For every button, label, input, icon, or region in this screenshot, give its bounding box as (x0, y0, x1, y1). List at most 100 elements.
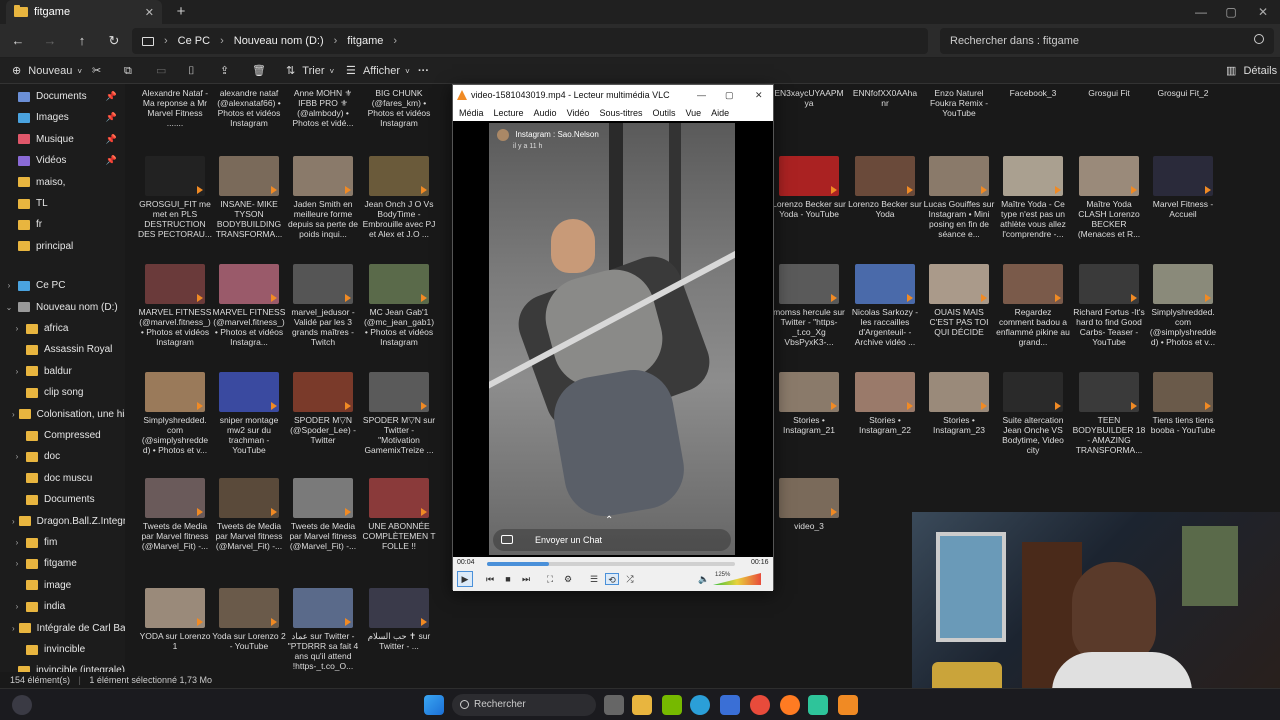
share-icon[interactable]: ⇪ (220, 62, 229, 80)
file-item[interactable]: Grosgui Fit_2 (1146, 88, 1220, 98)
vlc-menu-audio[interactable]: Audio (534, 105, 557, 121)
sidebar-item-invincible[interactable]: invincible (0, 639, 125, 660)
new-button[interactable]: ⊕ Nouveau ˅ (12, 62, 82, 80)
sidebar-item-documents[interactable]: Documents 📌 (0, 86, 125, 107)
file-item[interactable]: SPODER M▽N (@Spoder_Lee) - Twitter (286, 372, 360, 445)
file-item[interactable]: ENNfofXX0AAha nr (848, 88, 922, 108)
file-item[interactable]: UNE ABONNÉE COMPLÈTEMEN T FOLLE !! (362, 478, 436, 551)
chevron-right-icon[interactable]: › (12, 367, 22, 376)
file-item[interactable]: MC Jean Gab'1 (@mc_jean_gab1) • Photos e… (362, 264, 436, 347)
file-item[interactable]: Stories • Instagram_21 (772, 372, 846, 435)
vlc-menu-video[interactable]: Vidéo (567, 105, 590, 121)
file-item[interactable]: MARVEL FITNESS (@marvel.fitness_) • Phot… (138, 264, 212, 347)
chevron-right-icon[interactable]: › (12, 410, 15, 419)
paste-icon[interactable]: ▭ (156, 62, 166, 80)
file-item[interactable]: Lucas Gouiffes sur Instagram • Mini posi… (922, 156, 996, 239)
details-button[interactable]: ▥ Détails (1226, 62, 1277, 80)
file-item[interactable]: Yoda sur Lorenzo 2 - YouTube (212, 588, 286, 651)
file-item[interactable]: Tiens tiens tiens booba - YouTube (1146, 372, 1220, 435)
vlc-menu-sous-titres[interactable]: Sous-titres (599, 105, 642, 121)
rename-icon[interactable]: ⌷ (188, 62, 195, 80)
chevron-right-icon[interactable]: › (12, 452, 22, 461)
firefox-icon[interactable] (780, 695, 800, 715)
vlc-close-icon[interactable]: ✕ (755, 85, 763, 105)
start-icon[interactable] (424, 695, 444, 715)
file-item[interactable]: Nicolas Sarkozy -les raccailles d'Argent… (848, 264, 922, 347)
close-window-icon[interactable]: ✕ (1248, 2, 1278, 22)
file-item[interactable]: INSANE- MIKE TYSON BODYBUILDING TRANSFOR… (212, 156, 286, 239)
chat-bar[interactable]: Envoyer un Chat (493, 529, 731, 551)
sidebar-item-fitgame[interactable]: › fitgame (0, 553, 125, 574)
close-tab-icon[interactable]: ✕ (145, 6, 154, 19)
sidebar-item-baldur[interactable]: › baldur (0, 361, 125, 382)
sidebar-item-images[interactable]: Images 📌 (0, 107, 125, 128)
file-item[interactable]: video_3 (772, 478, 846, 531)
crumb-ce-pc[interactable]: Ce PC (178, 35, 210, 47)
tab-fitgame[interactable]: fitgame ✕ (6, 0, 162, 24)
vlc-window[interactable]: video-1581043019.mp4 - Lecteur multimédi… (452, 84, 774, 591)
sidebar-item-africa[interactable]: › africa (0, 318, 125, 339)
file-item[interactable]: Simplyshredded. com (@simplyshredde d) •… (1146, 264, 1220, 347)
task-view-icon[interactable] (604, 695, 624, 715)
nvidia-icon[interactable] (662, 695, 682, 715)
file-item[interactable]: Facebook_3 (996, 88, 1070, 98)
stop-icon[interactable]: ■ (501, 573, 515, 585)
sidebar-item-vid-os[interactable]: Vidéos 📌 (0, 150, 125, 171)
video-surface[interactable]: Instagram : Sao.Nelson il y a 11 h ⌃ Env… (453, 121, 773, 557)
file-item[interactable]: SPODER M▽N sur Twitter - "Motivation Gam… (362, 372, 436, 455)
file-explorer-icon[interactable] (632, 695, 652, 715)
file-item[interactable]: marvel_jedusor - Validé par les 3 grands… (286, 264, 360, 347)
vlc-title-bar[interactable]: video-1581043019.mp4 - Lecteur multimédi… (453, 85, 773, 105)
sidebar-item-nouveau-nom-d[interactable]: ⌄ Nouveau nom (D:) (0, 297, 125, 318)
sidebar-item-maiso[interactable]: maiso, (0, 172, 125, 193)
pin-icon[interactable]: 📌 (106, 155, 117, 166)
play-icon[interactable]: ▶ (457, 571, 473, 587)
sidebar-item-fr[interactable]: fr (0, 214, 125, 235)
sidebar-item-fim[interactable]: › fim (0, 532, 125, 553)
seek-bar[interactable] (487, 562, 735, 566)
chevron-right-icon[interactable]: › (12, 559, 22, 568)
fullscreen-icon[interactable]: ⛶ (543, 573, 557, 585)
cut-icon[interactable]: ✂ (92, 62, 101, 80)
sidebar-item-documents[interactable]: Documents (0, 489, 125, 510)
file-item[interactable]: Tweets de Media par Marvel fitness (@Mar… (138, 478, 212, 551)
store-icon[interactable] (720, 695, 740, 715)
file-item[interactable]: Grosgui Fit (1072, 88, 1146, 98)
chevron-right-icon[interactable]: › (12, 602, 22, 611)
copy-icon[interactable]: ⧉ (124, 62, 132, 80)
file-item[interactable]: Alexandre Nataf - Ma reponse a Mr Marvel… (138, 88, 212, 128)
file-item[interactable]: Tweets de Media par Marvel fitness (@Mar… (212, 478, 286, 551)
vlc-taskbar-icon[interactable] (838, 695, 858, 715)
file-item[interactable]: GROSGUI_FIT me met en PLS DESTRUCTION DE… (138, 156, 212, 239)
sidebar-item-clip-song[interactable]: clip song (0, 382, 125, 403)
vlc-menu-media[interactable]: Média (459, 105, 484, 121)
pin-icon[interactable]: 📌 (106, 134, 117, 145)
file-item[interactable]: Stories • Instagram_22 (848, 372, 922, 435)
chevron-down-icon[interactable]: ⌄ (4, 303, 14, 312)
sidebar-item-ce-pc[interactable]: › Ce PC (0, 275, 125, 296)
sidebar-item-colonisation-une-hist[interactable]: › Colonisation, une hist (0, 404, 125, 425)
file-item[interactable]: Marvel Fitness - Accueil (1146, 156, 1220, 219)
file-item[interactable]: EN3xaycUYAAPM ya (772, 88, 846, 108)
sidebar-item-doc-muscu[interactable]: doc muscu (0, 468, 125, 489)
file-item[interactable]: Richard Fortus -It's hard to find Good C… (1072, 264, 1146, 347)
pin-icon[interactable]: 📌 (106, 91, 117, 102)
file-item[interactable]: Jean Onch J O Vs BodyTime - Embrouille a… (362, 156, 436, 239)
sidebar-item-assassin-royal[interactable]: Assassin Royal (0, 339, 125, 360)
sidebar-item-image[interactable]: image (0, 575, 125, 596)
file-item[interactable]: Tweets de Media par Marvel fitness (@Mar… (286, 478, 360, 551)
shuffle-icon[interactable]: ⤮ (623, 573, 637, 585)
next-icon[interactable]: ⏭ (519, 573, 533, 585)
file-item[interactable]: BIG CHUNK (@fares_km) • Photos et vidéos… (362, 88, 436, 128)
file-item[interactable]: OUAIS MAIS C'EST PAS TOI QUI DÉCIDE (922, 264, 996, 337)
file-item[interactable]: Jaden Smith en meilleure forme depuis sa… (286, 156, 360, 239)
app-icon[interactable] (808, 695, 828, 715)
more-options-button[interactable]: ··· (418, 62, 429, 80)
chevron-right-icon[interactable]: › (12, 538, 22, 547)
playlist-icon[interactable]: ☰ (587, 573, 601, 585)
sidebar-item-dragon-ball-z-integral[interactable]: › Dragon.Ball.Z.Integral (0, 511, 125, 532)
pin-icon[interactable]: 📌 (106, 112, 117, 123)
file-item[interactable]: Anne MOHN ⚜ IFBB PRO ⚜ (@almbody) • Phot… (286, 88, 360, 128)
sort-button[interactable]: ⇅ Trier ˅ (286, 62, 334, 80)
file-item[interactable]: Maître Yoda - Ce type n'est pas un athlè… (996, 156, 1070, 239)
